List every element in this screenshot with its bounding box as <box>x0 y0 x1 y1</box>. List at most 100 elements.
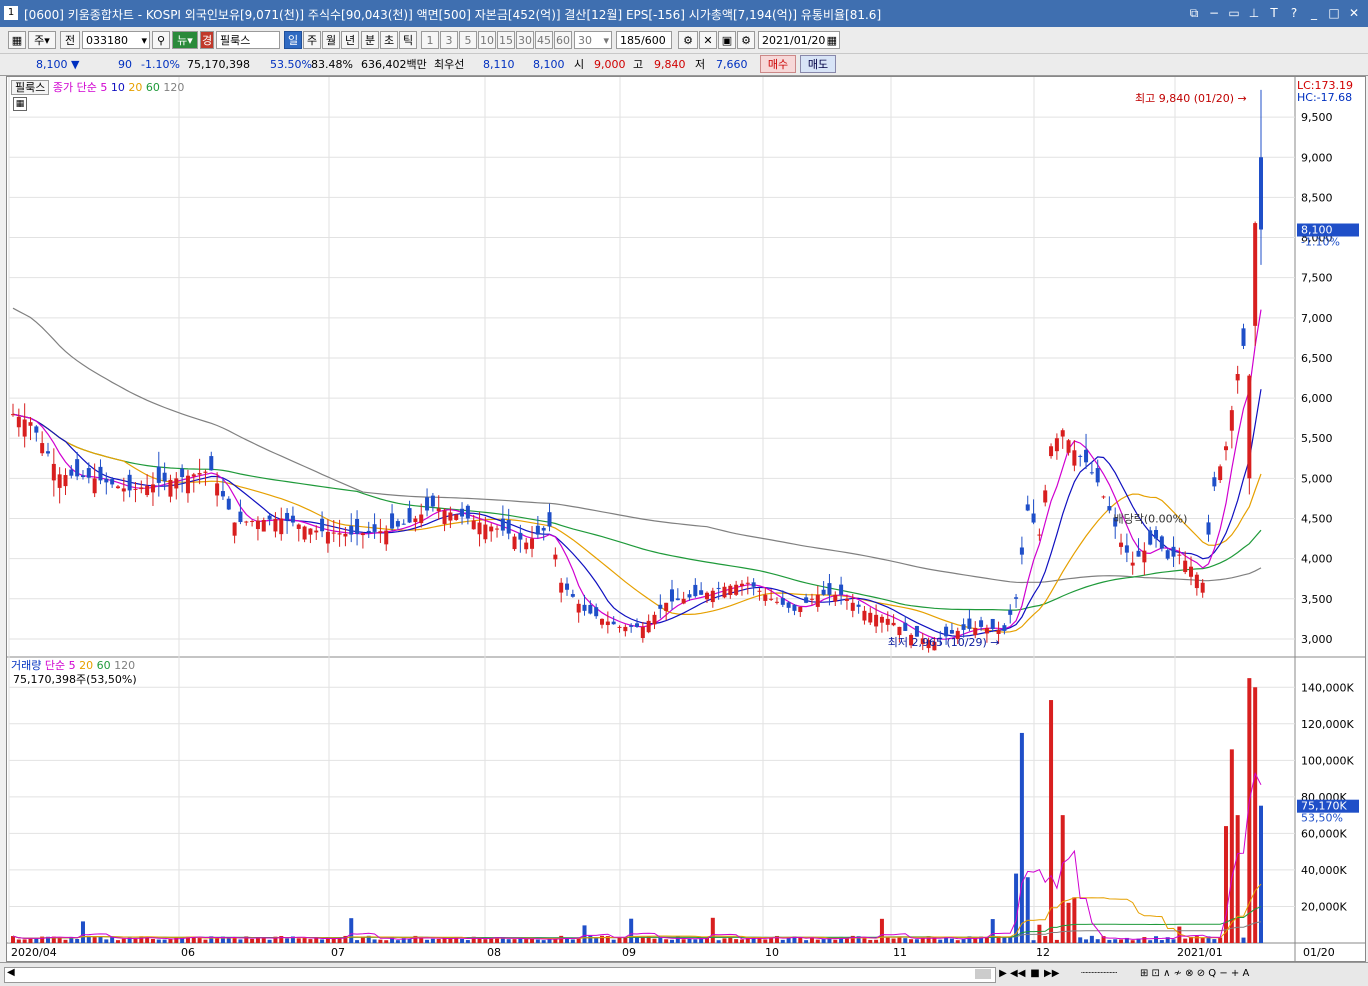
rewind-icon[interactable]: ◀◀ <box>1010 966 1025 982</box>
help-icon[interactable]: ? <box>1286 4 1302 22</box>
volume-bar <box>949 938 954 943</box>
period-day[interactable]: 일 <box>284 31 302 49</box>
candle-body <box>419 514 424 524</box>
layout-icon[interactable]: ▦ <box>8 31 26 49</box>
restore-layout-icon[interactable]: ⧉ <box>1186 4 1202 22</box>
chart-tool-icons[interactable]: ⊞ ⊡ ∧ ≁ ⊗ ⊘ Q − + A <box>1140 966 1360 982</box>
volume-bar <box>425 939 430 943</box>
ma-line-120 <box>12 307 1262 584</box>
interval-30[interactable]: 30 <box>516 31 534 49</box>
tile-icon[interactable]: ▭ <box>1226 4 1242 22</box>
volume-bar <box>1200 937 1205 943</box>
interval-3[interactable]: 3 <box>440 31 458 49</box>
volume-bar <box>372 939 377 943</box>
candle-body <box>1008 610 1013 615</box>
ma-label-10: 10 <box>110 81 125 94</box>
save-icon[interactable]: ▣ <box>718 31 736 49</box>
interval-5[interactable]: 5 <box>459 31 477 49</box>
candle-body <box>191 474 196 477</box>
grid-toggle-icon[interactable]: ▦ <box>13 97 27 111</box>
interval-15[interactable]: 15 <box>497 31 515 49</box>
price-tick-label: 5,000 <box>1301 472 1333 485</box>
market-select[interactable]: 주▾ <box>28 31 56 49</box>
period-year[interactable]: 년 <box>341 31 359 49</box>
volume-bar <box>1107 939 1112 943</box>
candle-body <box>378 531 383 533</box>
candle-body <box>856 604 861 607</box>
candle-body <box>687 594 692 598</box>
price-panel-name[interactable]: 필룩스 <box>11 80 50 95</box>
interval-10[interactable]: 10 <box>478 31 496 49</box>
ma-label-120: 120 <box>163 81 185 94</box>
volume-bar <box>693 939 698 943</box>
minimize-icon[interactable]: _ <box>1306 4 1322 22</box>
candle-body <box>139 487 144 490</box>
chart-tools-icon[interactable]: ⚙ <box>678 31 698 49</box>
forward-icon[interactable]: ▶▶ <box>1044 966 1059 982</box>
settings-icon[interactable]: ⚙ <box>737 31 755 49</box>
candle-body <box>565 583 570 590</box>
chart-area[interactable]: 9,500 9,000 8,500 8,000 7,500 7,000 6,500 6,000… <box>6 76 1366 962</box>
candle-body <box>1177 554 1182 556</box>
x-tick-label: 2021/01 <box>1177 946 1223 959</box>
maximize-icon[interactable]: □ <box>1326 4 1342 22</box>
count-input[interactable]: 185/600 <box>616 31 672 49</box>
candle-body <box>559 582 564 593</box>
crosshair-icon[interactable]: ✕ <box>699 31 717 49</box>
interval-1[interactable]: 1 <box>421 31 439 49</box>
buy-button[interactable]: 매수 <box>760 55 796 73</box>
scroll-thumb[interactable] <box>975 969 991 979</box>
candle-body <box>1189 566 1194 577</box>
stop-icon[interactable]: ■ <box>1028 966 1042 982</box>
candle-body <box>1054 438 1059 452</box>
candle-body <box>80 475 85 478</box>
candle-body <box>425 497 430 511</box>
candle-body <box>279 518 284 535</box>
zoom-slider[interactable]: ┈┈┈┈┈┈ <box>1064 966 1134 982</box>
sell-button[interactable]: 매도 <box>800 55 836 73</box>
candle-body <box>1089 472 1094 474</box>
font-icon[interactable]: T <box>1266 4 1282 22</box>
scroll-left-icon[interactable]: ◀ <box>7 967 15 978</box>
stock-code-input[interactable]: 033180 ▾ <box>82 31 150 49</box>
volume-tick-label: 140,000K <box>1301 681 1354 694</box>
date-input[interactable]: 2021/01/20 ▦ <box>758 31 840 49</box>
candle-body <box>145 485 150 496</box>
volume-bar <box>92 937 97 943</box>
candle-body <box>990 618 995 629</box>
period-tick[interactable]: 틱 <box>399 31 417 49</box>
interval-60[interactable]: 60 <box>554 31 572 49</box>
volume-bar <box>862 938 867 943</box>
period-month[interactable]: 월 <box>322 31 340 49</box>
interval-45[interactable]: 45 <box>535 31 553 49</box>
scrollbar[interactable]: ◀ <box>4 967 996 983</box>
volume-bar <box>215 937 220 943</box>
candle-body <box>530 538 535 549</box>
period-minute[interactable]: 분 <box>361 31 379 49</box>
candle-body <box>594 607 599 617</box>
all-toggle[interactable]: 전 <box>60 31 80 49</box>
search-icon[interactable]: ⚲ <box>152 31 170 49</box>
period-week[interactable]: 주 <box>303 31 321 49</box>
calendar-icon[interactable]: ▦ <box>827 32 837 48</box>
volume-bar <box>1084 939 1089 943</box>
stock-name-field[interactable]: 필룩스 <box>216 31 280 49</box>
period-second[interactable]: 초 <box>380 31 398 49</box>
pin-icon[interactable]: ⊥ <box>1246 4 1262 22</box>
volume-bar <box>1212 939 1217 943</box>
stock-chart-svg[interactable]: 9,5009,0008,5008,0007,5007,0006,5006,000… <box>7 77 1365 961</box>
candle-body <box>45 451 50 454</box>
candle-body <box>716 587 721 589</box>
play-icon[interactable]: ▶ <box>996 966 1010 982</box>
interval-input[interactable]: 30 ▾ <box>574 31 612 49</box>
x-tick-label: 07 <box>331 946 345 959</box>
close-icon[interactable]: ✕ <box>1346 4 1362 22</box>
minimize-small-icon[interactable]: − <box>1206 4 1222 22</box>
news-icon[interactable]: 뉴▾ <box>172 31 198 49</box>
volume-bar <box>955 940 960 943</box>
volume-bar <box>238 939 243 943</box>
candle-body <box>570 594 575 597</box>
volume-bar <box>1148 940 1153 943</box>
price-tick-label: 4,500 <box>1301 513 1333 526</box>
candle-body <box>710 590 715 603</box>
